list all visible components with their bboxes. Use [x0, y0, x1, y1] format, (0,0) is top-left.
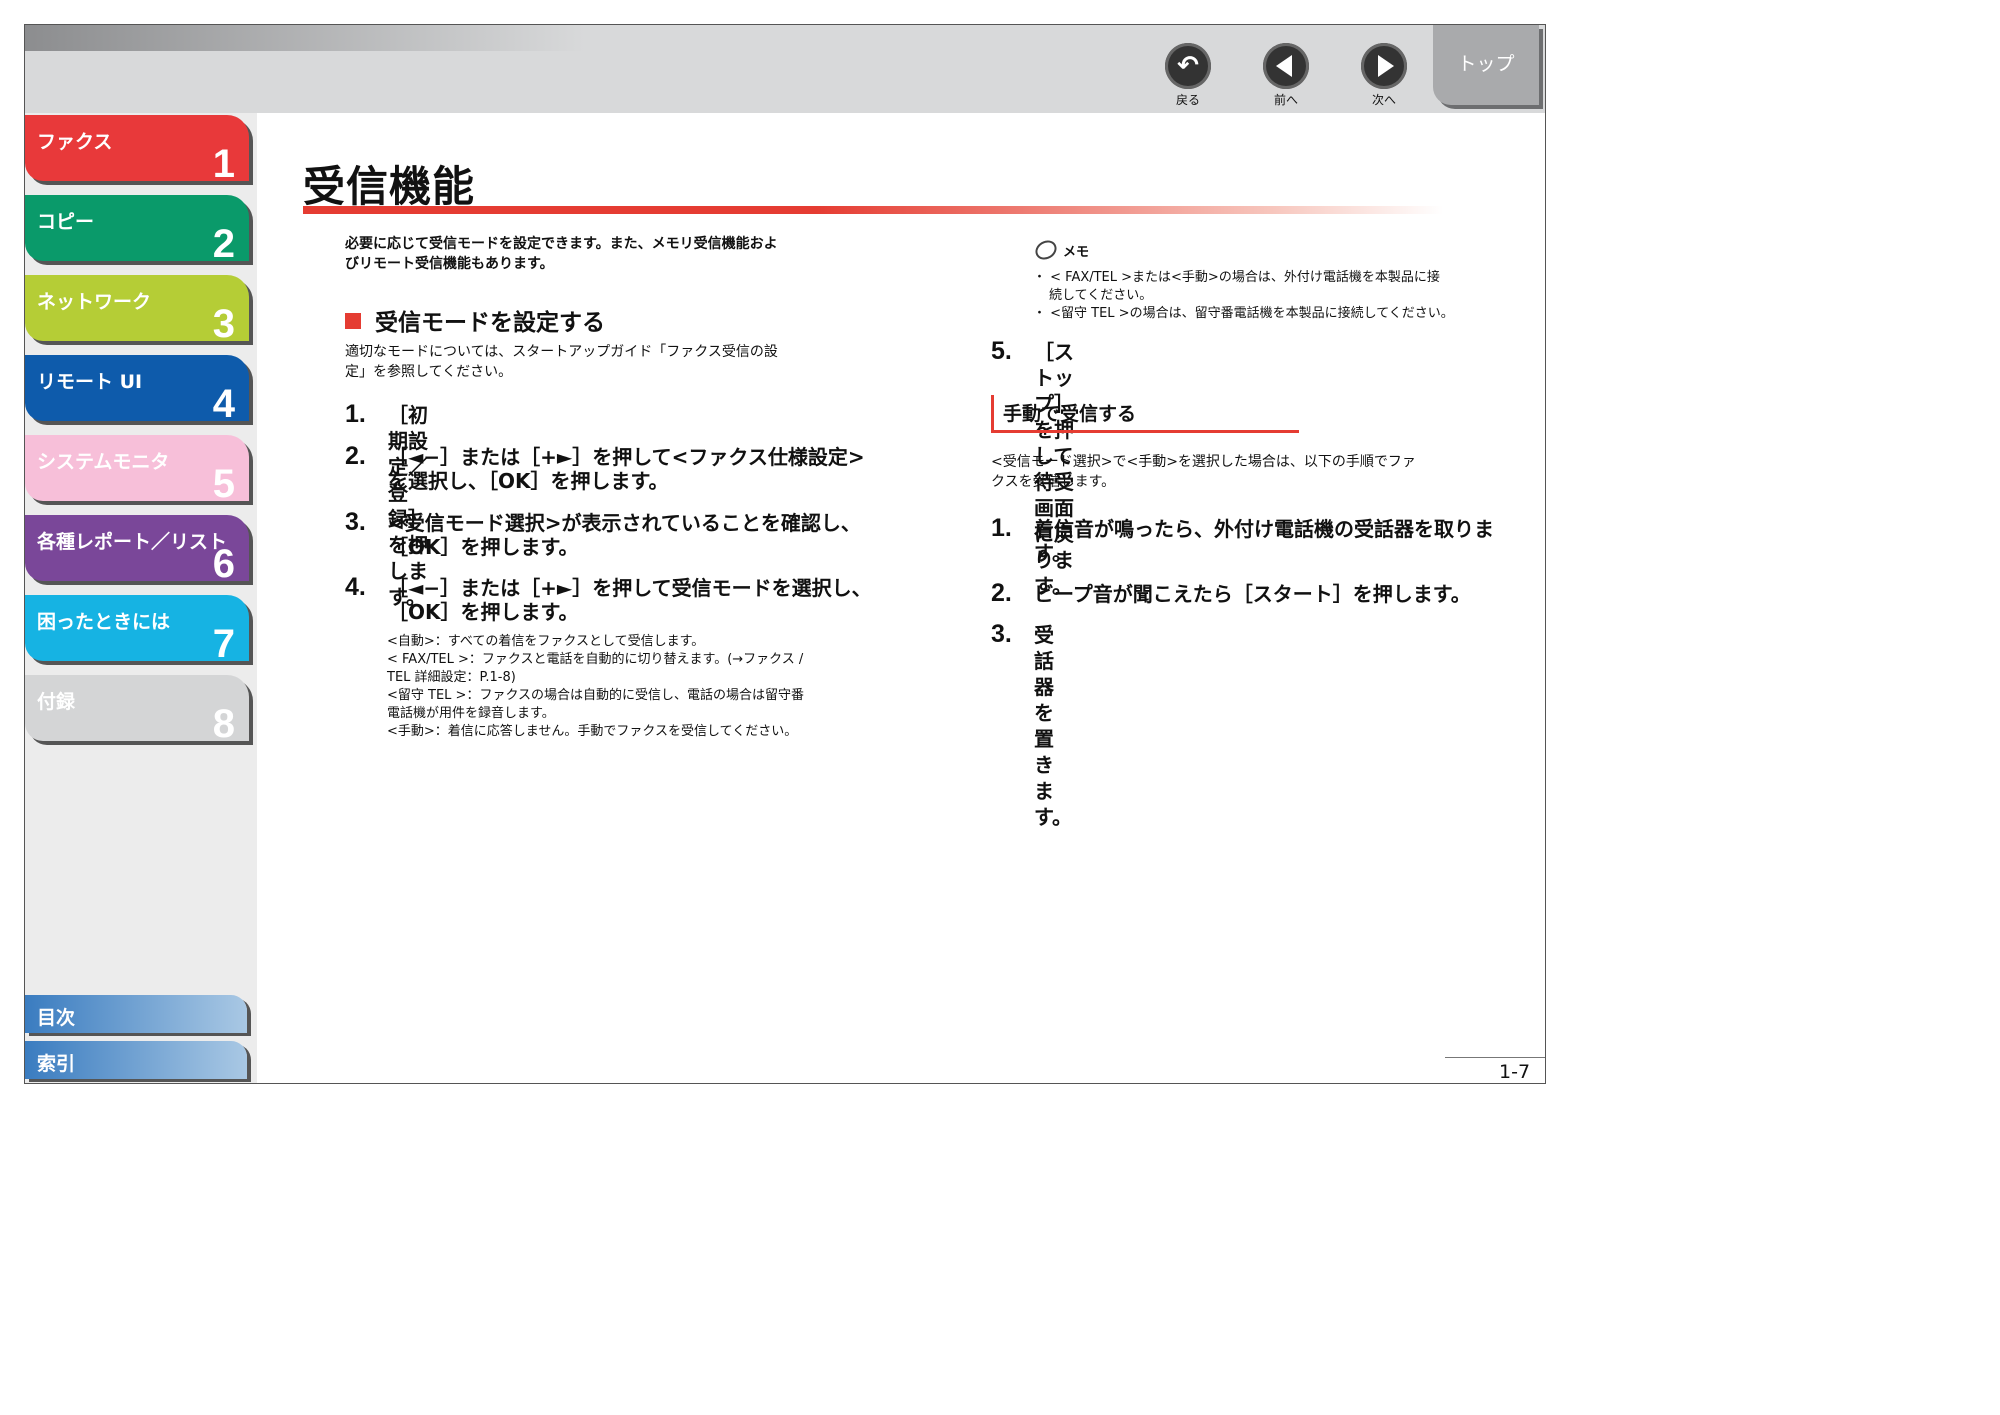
- tab-number: 5: [212, 462, 235, 506]
- tab-label: コピー: [37, 211, 95, 233]
- tab-appendix[interactable]: 付録 8: [25, 675, 249, 746]
- step-text: す。: [1034, 541, 1072, 565]
- tab-label: 付録: [37, 691, 76, 713]
- tab-number: 6: [212, 542, 235, 586]
- tab-network[interactable]: ネットワーク 3: [25, 275, 249, 346]
- tab-remote-ui[interactable]: リモート UI 4: [25, 355, 249, 426]
- back-label: 戻る: [1175, 93, 1200, 107]
- square-bullet-icon: [345, 313, 361, 329]
- top-bar: ↶ 戻る 前へ 次へ トップ: [25, 25, 1545, 113]
- pencil-icon: [1031, 236, 1061, 264]
- mode-note: <自動>：すべての着信をファクスとして受信します。: [387, 634, 705, 649]
- top-bar-gradient: [25, 25, 585, 51]
- manual-page: ↶ 戻る 前へ 次へ トップ ファクス 1 コピー 2 ネットワーク 3 リモート U…: [24, 24, 1546, 1084]
- tab-reports[interactable]: 各種レポート／リスト 6: [25, 515, 249, 586]
- title-underline: [303, 206, 1443, 214]
- tab-number: 2: [212, 222, 235, 266]
- contents-button[interactable]: 目次: [25, 995, 247, 1033]
- section-desc-2: 定」を参照してください。: [345, 364, 513, 380]
- tab-number: 1: [212, 142, 235, 186]
- step-text: ［OK］を押します。: [388, 600, 579, 624]
- page-number: 1-7: [1499, 1061, 1531, 1083]
- index-label: 索引: [37, 1053, 76, 1075]
- intro-line-2: びリモート受信機能もあります。: [345, 256, 554, 272]
- mode-note: <手動>：着信に応答しません。手動でファクスを受信してください。: [387, 724, 798, 739]
- step-number: 1.: [345, 400, 366, 428]
- tab-fax[interactable]: ファクス 1: [25, 115, 249, 186]
- prev-button[interactable]: 前へ: [1256, 43, 1316, 108]
- tab-label: ファクス: [37, 131, 113, 153]
- memo-item: 続してください。: [1049, 288, 1153, 303]
- step-number: 2.: [345, 442, 366, 470]
- manual-desc-2: クスを受信します。: [991, 474, 1116, 490]
- manual-desc-1: <受信モード選択>で<手動>を選択した場合は、以下の手順でファ: [991, 454, 1416, 470]
- memo-item: ・ <留守 TEL >の場合は、留守番電話機を本製品に接続してください。: [1033, 306, 1454, 321]
- page-title: 受信機能: [303, 162, 476, 211]
- step-number: 3.: [345, 508, 366, 536]
- step-number: 4.: [345, 573, 366, 601]
- next-button[interactable]: 次へ: [1354, 43, 1414, 108]
- index-button[interactable]: 索引: [25, 1041, 247, 1079]
- tab-label: 困ったときには: [37, 611, 171, 633]
- sidebar: ファクス 1 コピー 2 ネットワーク 3 リモート UI 4 システムモニタ 5 各種レ…: [25, 113, 257, 1083]
- tab-label: リモート UI: [37, 371, 143, 393]
- tab-label: 各種レポート／リスト: [37, 531, 228, 553]
- step-text: 受話器を置きます。: [1034, 623, 1072, 829]
- step-text: ［◄−］または［+►］を押して受信モードを選択し、: [388, 576, 872, 600]
- back-button[interactable]: ↶ 戻る: [1158, 43, 1218, 108]
- step-text: を選択し、［OK］を押します。: [388, 469, 669, 493]
- memo-heading: メモ: [1031, 236, 1090, 264]
- heading-bar: [991, 395, 994, 431]
- tab-label: ネットワーク: [37, 291, 152, 313]
- tab-system-monitor[interactable]: システムモニタ 5: [25, 435, 249, 506]
- intro-line-1: 必要に応じて受信モードを設定できます。また、メモリ受信機能およ: [345, 236, 778, 252]
- mode-note: TEL 詳細設定：P.1-8): [387, 670, 516, 685]
- next-label: 次へ: [1371, 93, 1396, 107]
- contents-label: 目次: [37, 1007, 76, 1029]
- step-text: ［OK］を押します。: [388, 535, 579, 559]
- step-number: 5.: [991, 337, 1012, 365]
- section-heading: 受信モードを設定する: [345, 303, 605, 337]
- tab-number: 7: [212, 622, 235, 666]
- tab-number: 4: [212, 382, 235, 426]
- heading-underline: [991, 430, 1299, 433]
- step-number: 1.: [991, 514, 1012, 542]
- back-icon: ↶: [1165, 43, 1211, 89]
- next-icon: [1361, 43, 1407, 89]
- mode-note: <留守 TEL >：ファクスの場合は自動的に受信し、電話の場合は留守番: [387, 688, 805, 703]
- manual-heading: 手動で受信する: [1003, 403, 1137, 425]
- mode-note: 電話機が用件を録音します。: [387, 706, 555, 721]
- memo-item: ・ < FAX/TEL >または<手動>の場合は、外付け電話機を本製品に接: [1033, 270, 1440, 285]
- prev-label: 前へ: [1273, 93, 1298, 107]
- section-title: 受信モードを設定する: [375, 310, 605, 336]
- step-text: ［◄−］または［+►］を押して<ファクス仕様設定>: [388, 445, 865, 469]
- tab-number: 3: [212, 302, 235, 346]
- tab-copy[interactable]: コピー 2: [25, 195, 249, 266]
- page-number-rule: [1445, 1057, 1545, 1058]
- step-number: 3.: [991, 620, 1012, 648]
- step-text: ビープ音が聞こえたら［スタート］を押します。: [1034, 582, 1471, 606]
- tab-number: 8: [212, 702, 235, 746]
- prev-icon: [1263, 43, 1309, 89]
- top-button[interactable]: トップ: [1433, 25, 1539, 105]
- tab-troubleshooting[interactable]: 困ったときには 7: [25, 595, 249, 666]
- step-text: 着信音が鳴ったら、外付け電話機の受話器を取りま: [1034, 517, 1494, 541]
- step-number: 2.: [991, 579, 1012, 607]
- mode-note: < FAX/TEL >：ファクスと電話を自動的に切り替えます。(→ファクス /: [387, 652, 804, 667]
- memo-label: メモ: [1063, 245, 1090, 260]
- step-text: <受信モード選択>が表示されていることを確認し、: [388, 511, 861, 535]
- tab-label: システムモニタ: [37, 451, 170, 473]
- section-desc-1: 適切なモードについては、スタートアップガイド「ファクス受信の設: [345, 344, 778, 360]
